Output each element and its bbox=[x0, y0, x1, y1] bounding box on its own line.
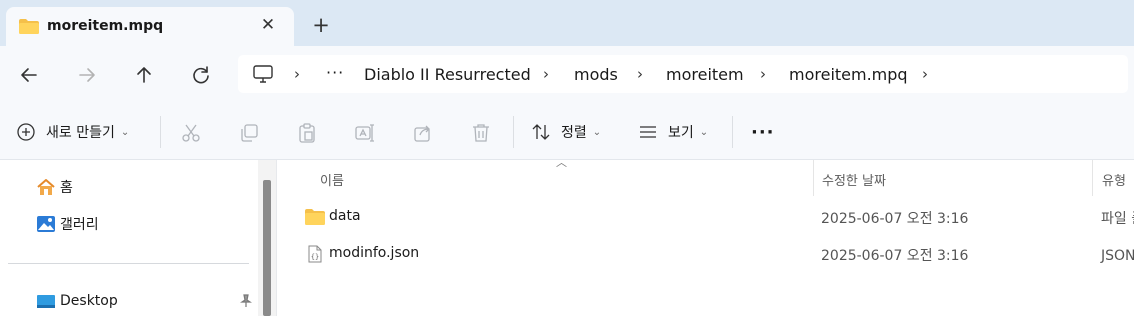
new-button-label: 새로 만들기 bbox=[46, 125, 115, 141]
monitor-icon[interactable] bbox=[252, 64, 274, 84]
column-header-name[interactable]: 이름 bbox=[320, 170, 344, 189]
sidebar-divider bbox=[8, 263, 249, 264]
file-list: ︿ 이름 수정한 날짜 유형 data 2025-06-07 오전 3:16 파… bbox=[276, 156, 1134, 316]
file-type: JSON 파일 bbox=[1101, 248, 1134, 264]
command-bar: 새로 만들기 ⌄ 정렬 ⌄ 보기 ⌄ ··· bbox=[0, 104, 1134, 160]
breadcrumb-separator[interactable]: › bbox=[760, 65, 766, 83]
breadcrumb-item[interactable]: moreitem.mpq bbox=[789, 65, 908, 84]
desktop-icon bbox=[37, 295, 55, 308]
sort-button[interactable]: 정렬 ⌄ bbox=[531, 118, 601, 146]
forward-button[interactable] bbox=[74, 62, 100, 88]
copy-icon[interactable] bbox=[238, 122, 260, 144]
column-divider[interactable] bbox=[813, 160, 814, 196]
tab-strip: moreitem.mpq ✕ + bbox=[0, 0, 1134, 46]
breadcrumb-separator[interactable]: › bbox=[294, 65, 300, 83]
arrow-right-icon bbox=[79, 68, 95, 82]
divider bbox=[513, 116, 514, 148]
sort-indicator-icon: ︿ bbox=[556, 156, 567, 169]
more-options-button[interactable]: ··· bbox=[751, 118, 775, 146]
file-date: 2025-06-07 오전 3:16 bbox=[821, 211, 969, 227]
sort-button-label: 정렬 bbox=[561, 125, 587, 141]
up-button[interactable] bbox=[131, 62, 157, 88]
sidebar-scrollbar[interactable] bbox=[258, 160, 276, 316]
breadcrumb-separator[interactable]: › bbox=[922, 65, 928, 83]
navigation-bar: › ··· Diablo II Resurrected › mods › mor… bbox=[0, 46, 1134, 104]
chevron-down-icon: ⌄ bbox=[592, 126, 602, 138]
share-icon[interactable] bbox=[412, 122, 434, 144]
arrow-up-icon bbox=[137, 67, 151, 83]
svg-text:{}: {} bbox=[311, 253, 319, 261]
address-bar[interactable]: › ··· Diablo II Resurrected › mods › mor… bbox=[238, 55, 1128, 93]
new-button[interactable]: 새로 만들기 ⌄ bbox=[16, 118, 129, 146]
paste-icon[interactable] bbox=[296, 122, 318, 144]
column-header-date[interactable]: 수정한 날짜 bbox=[822, 170, 886, 189]
sidebar-item-label: 갤러리 bbox=[60, 217, 99, 233]
chevron-down-icon: ⌄ bbox=[699, 126, 709, 138]
file-date: 2025-06-07 오전 3:16 bbox=[821, 248, 969, 264]
table-row[interactable]: data 2025-06-07 오전 3:16 파일 폴더 bbox=[277, 200, 1134, 234]
file-type: 파일 폴더 bbox=[1101, 211, 1134, 227]
arrow-left-icon bbox=[21, 68, 37, 82]
chevron-down-icon: ⌄ bbox=[120, 126, 130, 138]
breadcrumb-separator[interactable]: › bbox=[543, 65, 549, 83]
folder-icon bbox=[19, 19, 39, 34]
cut-icon[interactable] bbox=[180, 122, 202, 144]
divider bbox=[732, 116, 733, 148]
file-name: data bbox=[329, 208, 361, 224]
breadcrumb-overflow[interactable]: ··· bbox=[326, 63, 344, 82]
file-name: modinfo.json bbox=[329, 245, 420, 261]
refresh-icon bbox=[193, 66, 209, 84]
view-button-label: 보기 bbox=[668, 125, 694, 141]
folder-icon bbox=[305, 209, 325, 225]
scrollbar-thumb[interactable] bbox=[263, 180, 271, 316]
pin-icon[interactable] bbox=[239, 294, 253, 312]
gallery-icon bbox=[37, 216, 55, 232]
rename-icon[interactable] bbox=[354, 122, 376, 144]
sort-icon bbox=[532, 124, 550, 140]
tab-title: moreitem.mpq bbox=[47, 18, 164, 34]
view-list-icon bbox=[640, 126, 656, 138]
sidebar-item-gallery[interactable]: 갤러리 bbox=[36, 213, 99, 235]
view-button[interactable]: 보기 ⌄ bbox=[638, 118, 708, 146]
sidebar-item-desktop[interactable]: Desktop bbox=[36, 290, 118, 312]
sidebar-item-home[interactable]: 홈 bbox=[36, 176, 73, 198]
breadcrumb-separator[interactable]: › bbox=[637, 65, 643, 83]
table-row[interactable]: {} modinfo.json 2025-06-07 오전 3:16 JSON … bbox=[277, 237, 1134, 271]
column-header-type[interactable]: 유형 bbox=[1102, 170, 1126, 189]
breadcrumb-item[interactable]: Diablo II Resurrected bbox=[364, 65, 531, 84]
divider bbox=[160, 116, 161, 148]
delete-icon[interactable] bbox=[470, 122, 492, 144]
json-file-icon: {} bbox=[308, 245, 322, 263]
navigation-pane: 홈 갤러리 Desktop bbox=[0, 160, 276, 316]
new-tab-button[interactable]: + bbox=[309, 14, 333, 38]
back-button[interactable] bbox=[16, 62, 42, 88]
column-divider[interactable] bbox=[1092, 160, 1093, 196]
breadcrumb-item[interactable]: moreitem bbox=[666, 65, 744, 84]
breadcrumb-item[interactable]: mods bbox=[574, 65, 618, 84]
sidebar-item-label: 홈 bbox=[60, 180, 73, 196]
close-icon[interactable]: ✕ bbox=[258, 15, 278, 35]
sidebar-item-label: Desktop bbox=[60, 293, 118, 309]
refresh-button[interactable] bbox=[188, 62, 214, 88]
tab-moreitem[interactable]: moreitem.mpq ✕ bbox=[6, 7, 294, 46]
plus-circle-icon bbox=[17, 123, 35, 141]
home-icon bbox=[37, 179, 55, 195]
pin-shape bbox=[240, 294, 252, 307]
